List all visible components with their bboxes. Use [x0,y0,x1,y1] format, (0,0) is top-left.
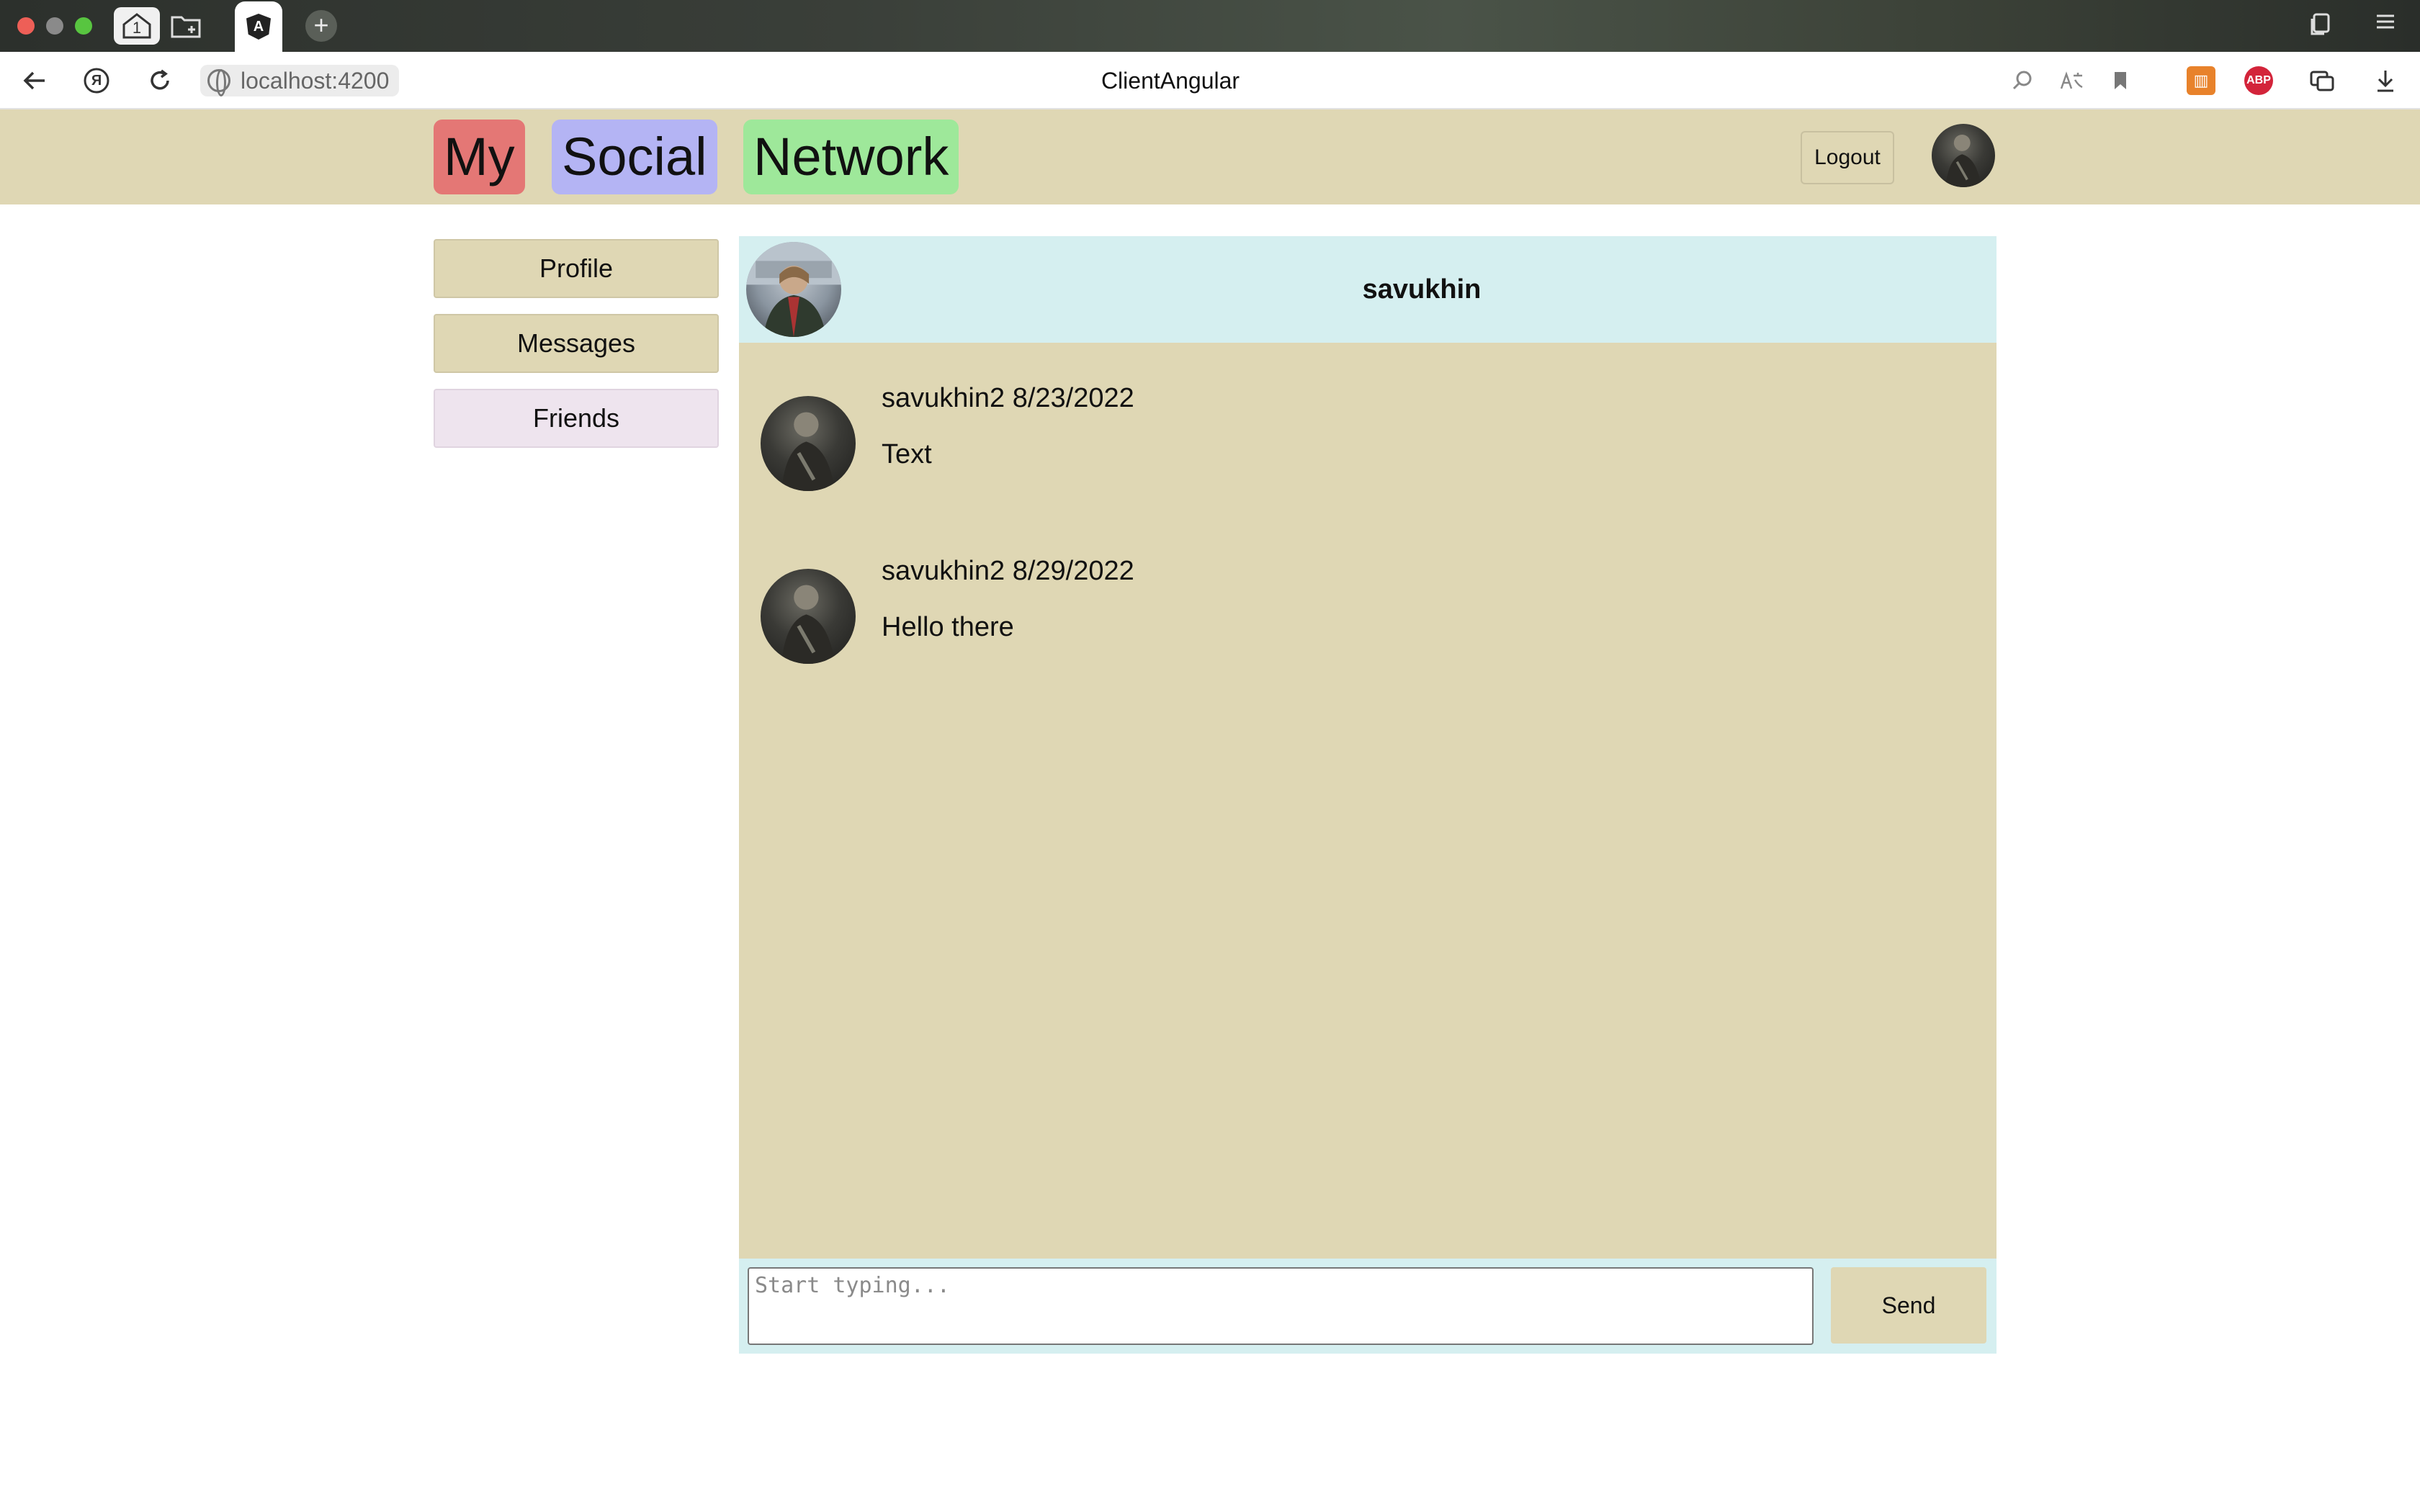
message-item: savukhin2 8/29/2022 Hello there [761,556,1971,664]
angular-logo-icon: A [246,14,271,40]
chat-panel: savukhin savukhin2 8/23/2022 Text savukh… [739,236,1996,1354]
bookmark-icon[interactable] [2106,66,2135,95]
app-root: My Social Network Logout Profile Message… [0,109,2420,1512]
page-title: ClientAngular [1101,68,1240,94]
partner-name: savukhin [1362,274,1482,305]
tabs-panel-icon[interactable] [2308,13,2334,39]
tab-group-folder-icon[interactable] [163,7,209,45]
adblock-extension-label: ABP [2246,74,2271,86]
message-author-avatar[interactable] [761,396,856,491]
message-meta: savukhin2 8/23/2022 [882,383,1134,414]
reader-extension-icon[interactable] [2308,66,2336,95]
chat-header: savukhin [739,236,1996,343]
translate-icon[interactable] [2057,66,2086,95]
message-author: savukhin2 [882,383,1005,413]
angular-logo-letter: A [253,18,264,35]
window-close-button[interactable] [17,17,35,35]
books-extension-icon[interactable]: ▥ [2187,66,2215,95]
user-avatar[interactable] [1932,124,1995,187]
browser-tab-strip: 1 A + [0,0,2420,52]
zoom-icon[interactable] [2008,66,2037,95]
books-extension-label: ▥ [2193,71,2209,89]
message-composer: Send [739,1259,1996,1354]
download-icon[interactable] [2371,66,2400,95]
brand-word-network[interactable]: Network [743,120,959,194]
app-header: My Social Network Logout [0,109,2420,204]
brand-word-my[interactable]: My [434,120,525,194]
tab-count-label: 1 [132,19,142,37]
message-text: Hello there [882,612,1014,642]
sidebar-nav: Profile Messages Friends [434,239,719,464]
tab-home-icon[interactable]: 1 [114,7,160,45]
sidebar-item-friends[interactable]: Friends [434,389,719,448]
message-author-avatar[interactable] [761,569,856,664]
message-meta: savukhin2 8/29/2022 [882,556,1134,587]
address-bar: Я localhost:4200 ClientAngular ▥ ABP [0,52,2420,109]
adblock-extension-icon[interactable]: ABP [2244,66,2273,95]
message-date: 8/29/2022 [1012,556,1134,586]
message-date: 8/23/2022 [1012,383,1134,413]
message-text: Text [882,439,932,469]
new-tab-button[interactable]: + [305,10,337,42]
message-input[interactable] [748,1267,1814,1345]
sidebar-item-messages[interactable]: Messages [434,314,719,373]
tab-clientangular[interactable]: A [235,1,282,52]
logout-button[interactable]: Logout [1801,131,1894,184]
send-button[interactable]: Send [1831,1267,1986,1344]
message-author: savukhin2 [882,556,1005,586]
sidebar-item-profile[interactable]: Profile [434,239,719,298]
message-list: savukhin2 8/23/2022 Text savukhin2 8/29/… [739,343,1996,1259]
new-tab-label: + [313,10,329,40]
brand-word-social[interactable]: Social [552,120,717,194]
window-minimize-button[interactable] [46,17,63,35]
window-zoom-button[interactable] [75,17,92,35]
message-item: savukhin2 8/23/2022 Text [761,383,1971,491]
browser-menu-icon[interactable] [2372,12,2398,37]
